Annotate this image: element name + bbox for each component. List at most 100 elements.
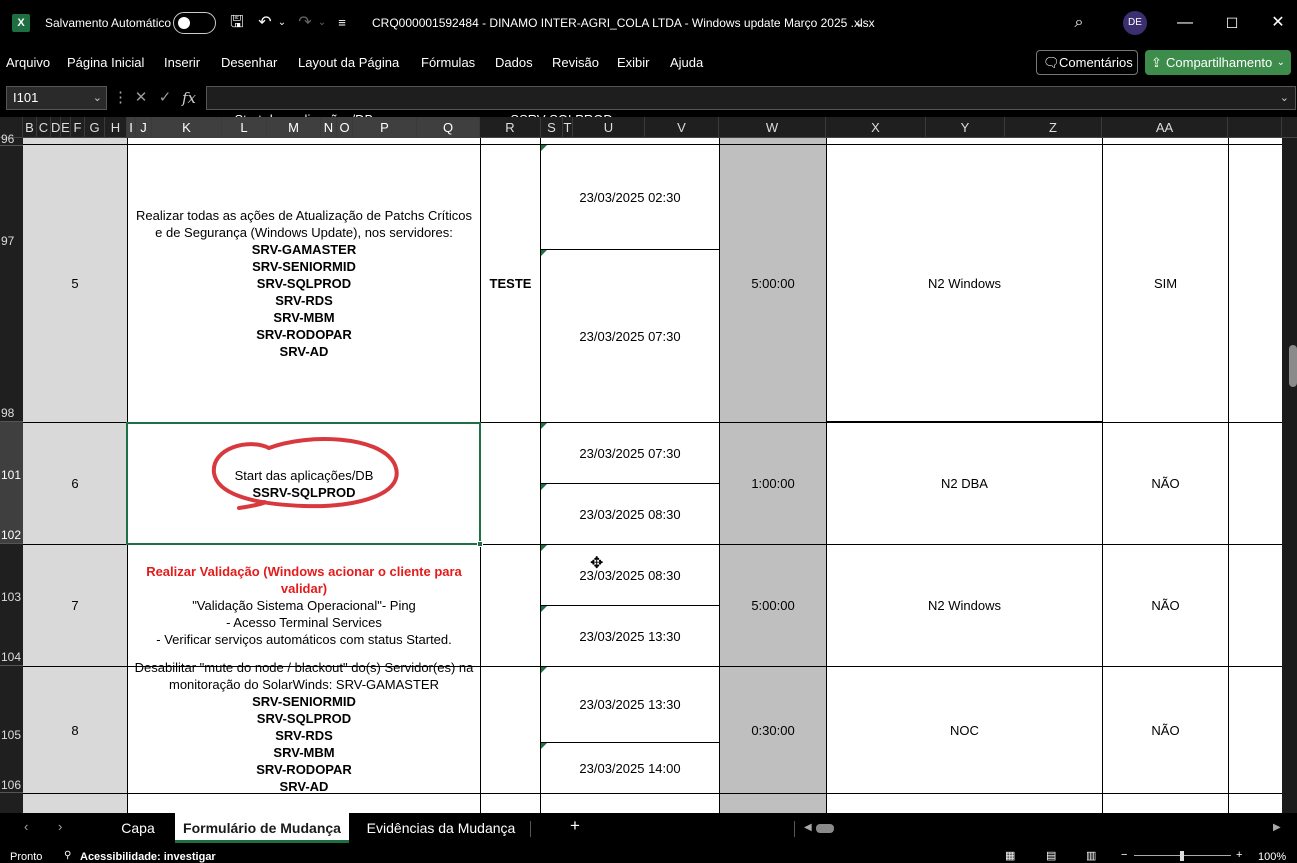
- team-cell[interactable]: NOC: [827, 667, 1102, 793]
- aa-cell[interactable]: NÃO: [1103, 423, 1228, 544]
- duration-cell[interactable]: 5:00:00: [720, 545, 826, 666]
- row-header[interactable]: 104: [0, 650, 23, 666]
- chevron-down-icon[interactable]: ⌄: [93, 87, 102, 109]
- end-time-cell[interactable]: 23/03/2025 13:30: [541, 606, 719, 666]
- column-header[interactable]: E: [61, 117, 71, 138]
- menu-revisao[interactable]: Revisão: [552, 46, 599, 79]
- start-time-cell[interactable]: 23/03/2025 02:30: [541, 145, 719, 249]
- close-icon[interactable]: ✕: [1268, 0, 1288, 46]
- step-number-cell[interactable]: 6: [23, 423, 127, 544]
- column-header[interactable]: AA: [1102, 117, 1228, 138]
- menu-arquivo[interactable]: Arquivo: [6, 46, 50, 79]
- column-header[interactable]: D: [51, 117, 61, 138]
- start-time-cell[interactable]: 23/03/2025 07:30: [541, 423, 719, 483]
- column-header[interactable]: R: [480, 117, 541, 138]
- team-cell[interactable]: N2 Windows: [827, 145, 1102, 422]
- column-header[interactable]: W: [719, 117, 826, 138]
- row-header[interactable]: 103: [0, 590, 23, 604]
- column-header[interactable]: U: [573, 117, 645, 138]
- menu-desenhar[interactable]: Desenhar: [221, 46, 277, 79]
- aa-cell[interactable]: NÃO: [1103, 667, 1228, 793]
- duration-cell[interactable]: 0:30:00: [720, 667, 826, 793]
- scroll-tabs-right-icon[interactable]: ›: [58, 819, 62, 834]
- test-cell[interactable]: TESTE: [481, 145, 540, 422]
- aa-cell[interactable]: SIM: [1103, 145, 1228, 422]
- normal-view-icon[interactable]: ▦: [1005, 849, 1015, 862]
- hscroll-left-icon[interactable]: ◀: [804, 822, 812, 833]
- column-header[interactable]: J: [136, 117, 152, 138]
- duration-cell[interactable]: 1:00:00: [720, 423, 826, 544]
- redo-icon[interactable]: ↷: [294, 0, 316, 46]
- end-time-cell[interactable]: 23/03/2025 07:30: [541, 250, 719, 422]
- menu-ajuda[interactable]: Ajuda: [670, 46, 703, 79]
- undo-dropdown-icon[interactable]: ⌄: [276, 0, 288, 46]
- comments-button[interactable]: 🗨 Comentários: [1036, 50, 1138, 75]
- step-number-cell[interactable]: 7: [23, 545, 127, 666]
- menu-layout-pagina[interactable]: Layout da Página: [298, 46, 399, 79]
- end-time-cell[interactable]: 23/03/2025 08:30: [541, 484, 719, 544]
- description-cell[interactable]: Realizar Validação (Windows acionar o cl…: [128, 545, 480, 666]
- column-header[interactable]: Q: [417, 117, 480, 138]
- column-header[interactable]: Y: [926, 117, 1005, 138]
- column-header[interactable]: I: [127, 117, 136, 138]
- duration-cell[interactable]: 5:00:00: [720, 145, 826, 422]
- step-number-cell[interactable]: 8: [23, 667, 127, 793]
- accessibility-status[interactable]: Acessibilidade: investigar: [80, 851, 216, 863]
- row-header[interactable]: 96: [0, 132, 23, 146]
- zoom-out-icon[interactable]: −: [1121, 849, 1127, 861]
- start-time-cell[interactable]: 23/03/2025 13:30: [541, 667, 719, 742]
- search-icon[interactable]: ⌕: [1068, 0, 1090, 46]
- insert-function-icon[interactable]: fx: [178, 86, 200, 110]
- column-header[interactable]: C: [37, 117, 51, 138]
- column-header[interactable]: B: [23, 117, 37, 138]
- avatar[interactable]: DE: [1123, 11, 1147, 35]
- description-cell[interactable]: Realizar todas as ações de Atualização d…: [128, 145, 480, 422]
- column-header[interactable]: O: [337, 117, 353, 138]
- row-header[interactable]: 97: [0, 234, 23, 248]
- menu-dados[interactable]: Dados: [495, 46, 533, 79]
- redo-dropdown-icon[interactable]: ⌄: [316, 0, 328, 46]
- row-header[interactable]: 106: [0, 778, 23, 793]
- share-button[interactable]: ⇪ Compartilhamento ⌄: [1145, 50, 1291, 75]
- row-header[interactable]: 102: [0, 528, 23, 544]
- column-header[interactable]: L: [222, 117, 267, 138]
- team-cell[interactable]: N2 DBA: [827, 423, 1102, 544]
- expand-formula-icon[interactable]: ⌄: [1280, 87, 1289, 109]
- autosave-toggle[interactable]: [173, 12, 216, 34]
- scrollbar-thumb[interactable]: [1289, 345, 1297, 387]
- end-time-cell[interactable]: 23/03/2025 14:00: [541, 743, 719, 793]
- menu-exibir[interactable]: Exibir: [617, 46, 650, 79]
- column-header[interactable]: T: [563, 117, 573, 138]
- column-header[interactable]: M: [267, 117, 321, 138]
- description-cell[interactable]: Desabilitar "mute do node / blackout" do…: [128, 661, 480, 793]
- minimize-icon[interactable]: —: [1175, 0, 1195, 46]
- worksheet-grid[interactable]: 5 Realizar todas as ações de Atualização…: [23, 138, 1282, 813]
- formula-input[interactable]: Start das aplicações/DB SSRV-SQLPROD ⌄: [206, 86, 1296, 127]
- name-box[interactable]: I101 ⌄: [6, 86, 107, 110]
- row-header[interactable]: 101: [0, 468, 23, 482]
- menu-pagina-inicial[interactable]: Página Inicial: [67, 46, 144, 79]
- share-dropdown-icon[interactable]: ⌄: [1277, 50, 1285, 75]
- add-sheet-icon[interactable]: +: [570, 816, 580, 836]
- menu-formulas[interactable]: Fórmulas: [421, 46, 475, 79]
- customize-qat-icon[interactable]: ≡: [334, 0, 350, 46]
- cancel-icon[interactable]: ✕: [130, 86, 152, 110]
- more-icon[interactable]: ⋮: [113, 86, 128, 110]
- column-header[interactable]: V: [645, 117, 719, 138]
- column-header[interactable]: H: [105, 117, 127, 138]
- sheet-tab[interactable]: Evidências da Mudança: [358, 813, 524, 843]
- maximize-icon[interactable]: ☐: [1222, 0, 1242, 46]
- title-dropdown-icon[interactable]: ⌄: [853, 0, 867, 46]
- row-header[interactable]: 98: [0, 406, 23, 422]
- column-header[interactable]: P: [353, 117, 417, 138]
- column-header[interactable]: N: [321, 117, 337, 138]
- column-header[interactable]: [1228, 117, 1282, 138]
- zoom-in-icon[interactable]: +: [1236, 849, 1242, 861]
- sheet-tab[interactable]: Capa: [110, 813, 166, 843]
- aa-cell[interactable]: NÃO: [1103, 545, 1228, 666]
- zoom-slider-thumb[interactable]: [1180, 851, 1184, 861]
- enter-icon[interactable]: ✓: [154, 86, 176, 110]
- step-number-cell[interactable]: 5: [23, 145, 127, 422]
- column-header[interactable]: F: [71, 117, 85, 138]
- menu-inserir[interactable]: Inserir: [164, 46, 200, 79]
